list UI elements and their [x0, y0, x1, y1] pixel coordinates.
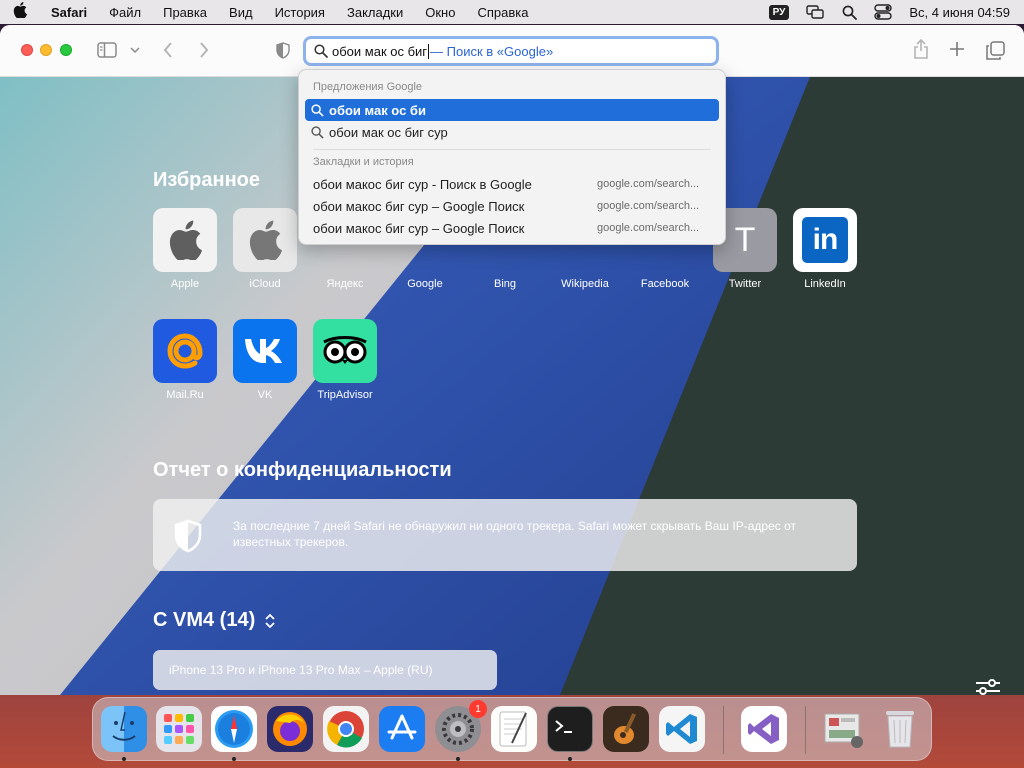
menu-bar: Safari Файл Правка Вид История Закладки …	[0, 0, 1024, 24]
menu-window[interactable]: Окно	[414, 5, 466, 20]
privacy-report-card[interactable]: За последние 7 дней Safari не обнаружил …	[153, 499, 857, 571]
history-item-title: обои макос биг сур – Google Поиск	[313, 221, 525, 236]
favorite-tripadvisor[interactable]: TripAdvisor	[313, 319, 377, 401]
history-item-title: обои макос биг сур – Google Поиск	[313, 199, 525, 214]
share-icon[interactable]	[912, 38, 930, 60]
customize-start-page-icon[interactable]	[974, 678, 1002, 695]
twitter-letter: T	[734, 220, 756, 259]
text-caret	[428, 43, 430, 59]
at-sign-icon	[153, 319, 217, 383]
history-item-url: google.com/search...	[597, 222, 700, 234]
dock-divider	[723, 706, 724, 754]
favorite-apple[interactable]: Apple	[153, 208, 217, 290]
chevron-up-down-icon	[265, 613, 275, 628]
launchpad-icon[interactable]	[156, 706, 202, 752]
privacy-report-title: Отчет о конфиденциальности	[153, 459, 452, 481]
control-center-icon[interactable]	[871, 0, 895, 24]
zoom-window-button[interactable]	[60, 44, 72, 56]
sidebar-toggle-icon[interactable]	[96, 41, 118, 59]
firefox-icon[interactable]	[267, 706, 313, 752]
favorite-label: LinkedIn	[804, 278, 846, 290]
address-bar[interactable]: обои мак ос биг — Поиск в «Google»	[303, 36, 719, 66]
history-item[interactable]: обои макос биг сур - Поиск в Google goog…	[305, 174, 719, 196]
dropdown-divider	[313, 149, 711, 150]
suggestion-text: обои мак ос би	[329, 102, 426, 118]
suggestion-item[interactable]: обои мак ос биг сур	[305, 121, 719, 143]
chrome-icon[interactable]	[323, 706, 369, 752]
privacy-report-text: За последние 7 дней Safari не обнаружил …	[233, 519, 796, 549]
search-suggestions-dropdown: Предложения Google обои мак ос би обои м…	[298, 69, 726, 245]
running-indicator	[568, 757, 572, 761]
terminal-icon[interactable]	[547, 706, 593, 752]
favorite-label: TripAdvisor	[317, 389, 373, 401]
spotlight-search-icon[interactable]	[837, 0, 861, 24]
bookmarks-history-header: Закладки и история	[313, 156, 414, 168]
back-arrow-icon[interactable]	[160, 40, 176, 60]
menu-help[interactable]: Справка	[466, 5, 539, 20]
menu-edit[interactable]: Правка	[152, 5, 218, 20]
history-item-title: обои макос биг сур - Поиск в Google	[313, 177, 532, 192]
favorite-vk[interactable]: VK	[233, 319, 297, 401]
address-inline-suggestion: — Поиск в «Google»	[430, 43, 554, 59]
privacy-shield-icon[interactable]	[274, 40, 292, 60]
new-tab-icon[interactable]	[948, 40, 966, 58]
favorite-icloud[interactable]: iCloud	[233, 208, 297, 290]
favorites-title: Избранное	[153, 169, 261, 191]
address-typed-text: обои мак ос биг	[332, 43, 428, 59]
suggestion-text: обои мак ос биг сур	[329, 124, 448, 140]
search-icon	[314, 44, 328, 58]
menu-bookmarks[interactable]: Закладки	[336, 5, 414, 20]
suggestion-item-selected[interactable]: обои мак ос би	[305, 99, 719, 121]
menu-clock[interactable]: Вс, 4 июня 04:59	[905, 5, 1024, 20]
google-suggestions-header: Предложения Google	[313, 81, 423, 93]
search-icon	[305, 125, 329, 139]
linkedin-logo-text: in	[812, 223, 839, 256]
display-mirroring-icon[interactable]	[803, 0, 827, 24]
notification-badge: 1	[469, 700, 487, 718]
chevron-down-icon[interactable]	[128, 44, 142, 56]
reading-list-item[interactable]: iPhone 13 Pro и iPhone 13 Pro Max – Appl…	[153, 650, 497, 690]
history-item[interactable]: обои макос биг сур – Google Поиск google…	[305, 196, 719, 218]
history-item-url: google.com/search...	[597, 200, 700, 212]
menu-app-name[interactable]: Safari	[40, 5, 98, 20]
visual-studio-icon[interactable]	[741, 706, 787, 752]
history-item-url: google.com/search...	[597, 178, 700, 190]
reading-list-title[interactable]: С VM4 (14)	[153, 609, 277, 632]
textedit-icon[interactable]	[491, 706, 537, 752]
apple-logo-icon	[153, 208, 217, 272]
search-icon	[305, 103, 329, 117]
forward-arrow-icon[interactable]	[196, 40, 212, 60]
finder-icon[interactable]	[101, 706, 147, 752]
garageband-icon[interactable]	[603, 706, 649, 752]
tab-overview-icon[interactable]	[985, 40, 1005, 60]
minimize-window-button[interactable]	[40, 44, 52, 56]
vk-icon	[233, 319, 297, 383]
favorite-linkedin[interactable]: in LinkedIn	[793, 208, 857, 290]
favorite-mailru[interactable]: Mail.Ru	[153, 319, 217, 401]
menu-history[interactable]: История	[264, 5, 336, 20]
reading-list-title-text: С VM4 (14)	[153, 609, 256, 631]
menu-file[interactable]: Файл	[98, 5, 152, 20]
running-indicator	[122, 757, 126, 761]
menu-view[interactable]: Вид	[218, 5, 264, 20]
close-window-button[interactable]	[21, 44, 33, 56]
app-store-icon[interactable]	[379, 706, 425, 752]
dock-divider	[805, 706, 806, 754]
history-item[interactable]: обои макос биг сур – Google Поиск google…	[305, 218, 719, 240]
apple-menu-icon[interactable]	[0, 2, 40, 22]
vscode-icon[interactable]	[659, 706, 705, 752]
running-indicator	[232, 757, 236, 761]
owl-icon	[313, 319, 377, 383]
apple-logo-icon	[233, 208, 297, 272]
trash-icon[interactable]	[877, 706, 923, 752]
documents-folder-icon[interactable]	[821, 706, 867, 752]
running-indicator	[456, 757, 460, 761]
safari-icon[interactable]	[211, 706, 257, 752]
input-source-indicator[interactable]: РУ	[768, 4, 790, 20]
shield-icon	[173, 519, 203, 558]
dock: 1	[92, 697, 932, 761]
linkedin-icon: in	[793, 208, 857, 272]
